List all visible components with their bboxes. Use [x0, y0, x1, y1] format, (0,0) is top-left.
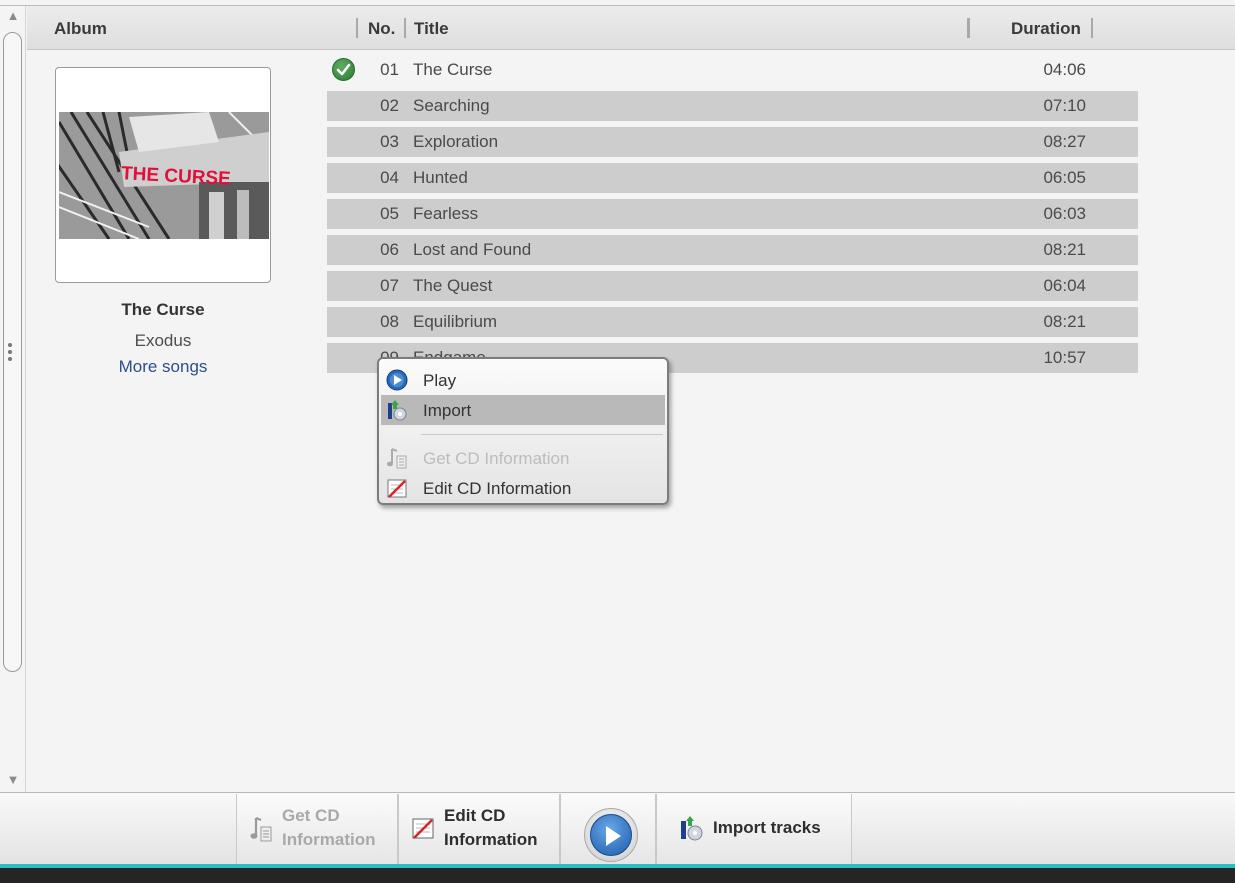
- music-note-info-icon: [386, 447, 408, 469]
- menu-item-label: Get CD Information: [423, 449, 570, 468]
- track-number: 02: [380, 96, 399, 115]
- edit-cd-info-icon: [411, 816, 435, 842]
- vertical-scrollbar[interactable]: ▲ ▼: [0, 6, 26, 792]
- menu-item-get-cd-information[interactable]: Get CD Information: [381, 443, 665, 473]
- music-note-info-icon: [249, 816, 273, 842]
- menu-item-label: Play: [423, 371, 457, 390]
- edit-cd-information-button[interactable]: Edit CD Information: [398, 794, 560, 864]
- play-button[interactable]: [584, 808, 638, 862]
- track-duration: 04:06: [1043, 60, 1086, 79]
- number-column-header[interactable]: No.: [368, 19, 395, 39]
- play-icon: [590, 814, 632, 856]
- album-artist: Exodus: [134, 331, 192, 350]
- track-title: The Quest: [413, 276, 493, 295]
- menu-item-import[interactable]: Import: [381, 395, 665, 425]
- import-icon: [679, 815, 703, 841]
- button-label: Edit CD: [444, 806, 506, 825]
- album-cover-art: THE CURSE: [59, 112, 269, 239]
- track-title: Hunted: [413, 168, 468, 187]
- column-header: Album No. Title Duration: [27, 6, 1235, 50]
- track-number: 03: [380, 132, 399, 151]
- track-row[interactable]: 06 Lost and Found 08:21: [327, 235, 1138, 265]
- track-duration: 06:05: [1043, 168, 1086, 187]
- track-number: 08: [380, 312, 399, 331]
- track-number: 01: [380, 60, 399, 79]
- button-label: Get CD: [282, 806, 340, 825]
- menu-item-play[interactable]: Play: [381, 365, 665, 395]
- edit-cd-info-icon: [386, 477, 408, 499]
- column-separator[interactable]: [967, 18, 970, 38]
- album-title: The Curse: [121, 300, 205, 319]
- track-title: Searching: [413, 96, 490, 115]
- menu-separator: [421, 434, 663, 435]
- button-label: Information: [444, 830, 538, 849]
- track-row[interactable]: 01 The Curse 04:06: [327, 55, 1138, 85]
- track-duration: 08:21: [1043, 240, 1086, 259]
- import-icon: [386, 399, 408, 421]
- import-tracks-button[interactable]: Import tracks: [656, 794, 852, 864]
- get-cd-information-button[interactable]: Get CD Information: [236, 794, 398, 864]
- scroll-grip-icon: [8, 343, 12, 369]
- column-separator[interactable]: [356, 18, 358, 38]
- more-songs-link[interactable]: More songs: [55, 357, 271, 377]
- track-duration: 06:04: [1043, 276, 1086, 295]
- button-label: Import tracks: [713, 818, 821, 837]
- track-title: Equilibrium: [413, 312, 498, 331]
- track-title: Exploration: [413, 132, 499, 151]
- track-number: 05: [380, 204, 399, 223]
- track-row[interactable]: 04 Hunted 06:05: [327, 163, 1138, 193]
- track-number: 04: [380, 168, 399, 187]
- context-menu: Play Import Get CD Information Edit CD I…: [377, 357, 669, 505]
- duration-column-header[interactable]: Duration: [1011, 19, 1081, 39]
- track-title: Lost and Found: [413, 240, 532, 259]
- track-row[interactable]: 02 Searching 07:10: [327, 91, 1138, 121]
- track-row[interactable]: 08 Equilibrium 08:21: [327, 307, 1138, 337]
- scroll-up-arrow-icon[interactable]: ▲: [5, 8, 21, 24]
- track-duration: 08:27: [1043, 132, 1086, 151]
- imported-check-icon: [332, 58, 355, 81]
- menu-item-label: Edit CD Information: [423, 479, 572, 498]
- track-duration: 07:10: [1043, 96, 1086, 115]
- track-row[interactable]: 05 Fearless 06:03: [327, 199, 1138, 229]
- menu-item-edit-cd-information[interactable]: Edit CD Information: [381, 473, 665, 503]
- title-column-header[interactable]: Title: [414, 19, 449, 39]
- track-title: Fearless: [413, 204, 479, 223]
- scroll-down-arrow-icon[interactable]: ▼: [5, 772, 21, 788]
- track-duration: 06:03: [1043, 204, 1086, 223]
- album-column-header[interactable]: Album: [54, 19, 107, 39]
- track-row[interactable]: 03 Exploration 08:27: [327, 127, 1138, 157]
- album-cover-frame[interactable]: THE CURSE: [55, 67, 271, 283]
- column-separator[interactable]: [1091, 18, 1093, 38]
- track-title: The Curse: [413, 60, 493, 79]
- bottom-dark-bar: [0, 868, 1235, 883]
- scroll-thumb[interactable]: [3, 32, 22, 672]
- play-icon: [386, 369, 408, 391]
- button-label: Information: [282, 830, 376, 849]
- menu-item-label: Import: [423, 401, 472, 420]
- column-separator[interactable]: [404, 18, 406, 38]
- track-number: 07: [380, 276, 399, 295]
- track-number: 06: [380, 240, 399, 259]
- track-duration: 10:57: [1043, 348, 1086, 367]
- track-duration: 08:21: [1043, 312, 1086, 331]
- track-row[interactable]: 07 The Quest 06:04: [327, 271, 1138, 301]
